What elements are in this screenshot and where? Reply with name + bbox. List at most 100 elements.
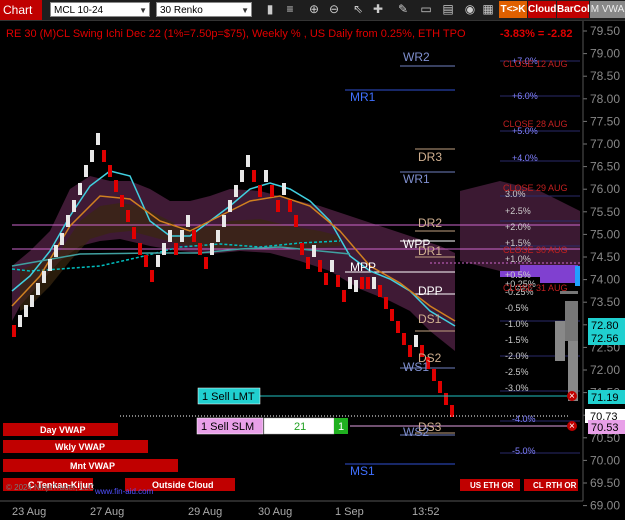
price-label: 73.50: [590, 295, 620, 309]
renko-brick: [396, 321, 400, 333]
pct-label: +1.0%: [505, 254, 531, 264]
grid-icon[interactable]: ▦: [480, 1, 496, 18]
pivot-label: MS1: [350, 464, 375, 478]
renko-brick: [228, 200, 232, 212]
price-label: 78.00: [590, 92, 620, 106]
close-icon: ×: [569, 421, 575, 432]
renko-brick: [48, 259, 52, 271]
renko-brick: [414, 335, 418, 347]
renko-brick: [336, 275, 340, 287]
renko-brick: [156, 255, 160, 267]
price-label: 72.00: [590, 363, 620, 377]
renko-brick: [186, 215, 190, 227]
pct-label: -1.5%: [505, 335, 529, 345]
date-label: 13:52: [412, 506, 440, 518]
date-label: 30 Aug: [258, 506, 292, 518]
close-icon: ×: [569, 391, 575, 402]
renko-brick: [36, 283, 40, 295]
renko-brick: [360, 277, 364, 289]
instrument-selector[interactable]: MCL 10-24 ▼: [50, 2, 150, 17]
renko-brick: [210, 243, 214, 255]
renko-brick: [342, 290, 346, 302]
renko-brick: [84, 165, 88, 177]
renko-brick: [198, 243, 202, 255]
renko-brick: [354, 280, 358, 292]
price-tag: 72.80: [591, 320, 619, 332]
pivot-label: MR1: [350, 90, 376, 104]
renko-brick: [78, 183, 82, 195]
renko-brick: [108, 165, 112, 177]
zoom-out-icon[interactable]: ⊖: [326, 1, 342, 18]
renko-brick: [168, 230, 172, 242]
monthly-vwap-button: Mnt VWAP: [70, 461, 115, 471]
price-label: 75.00: [590, 227, 620, 241]
template-icon[interactable]: ▭: [418, 1, 434, 18]
pct-label: +6.0%: [512, 91, 538, 101]
renko-brick: [372, 277, 376, 289]
price-chart[interactable]: 79.50 79.00 78.50 78.00 77.50 77.00 76.50 76.00…: [0, 21, 625, 520]
price-label: 79.50: [590, 24, 620, 38]
pct-label: +2.5%: [505, 206, 531, 216]
price-label: 69.00: [590, 499, 620, 513]
date-label: 29 Aug: [188, 506, 222, 518]
instrument-value: MCL 10-24: [54, 5, 104, 16]
renko-brick: [90, 150, 94, 162]
renko-brick: [288, 200, 292, 212]
renko-brick: [60, 233, 64, 245]
renko-brick: [54, 245, 58, 257]
vwap-toggle[interactable]: M VWA: [590, 1, 625, 18]
renko-brick: [24, 305, 28, 317]
pct-label: -5.0%: [512, 446, 536, 456]
pivot-label: WR1: [403, 172, 430, 186]
copyright-watermark: © 2024 NinjaTrader, LLC: [6, 483, 95, 492]
us-eth-or-button: US ETH OR: [470, 481, 514, 490]
pivot-label: WS1: [403, 360, 429, 374]
chevron-down-icon: ▼: [241, 6, 249, 15]
cloud-toggle[interactable]: Cloud: [528, 1, 556, 18]
screenshot-icon[interactable]: ◉: [462, 1, 478, 18]
session-buttons[interactable]: US ETH OR CL RTH OR: [460, 479, 578, 491]
bar-chart-icon[interactable]: ▮: [262, 1, 278, 18]
pivot-label: DR2: [418, 216, 442, 230]
price-tag: 72.56: [591, 333, 619, 345]
renko-brick: [294, 215, 298, 227]
sell-limit-label: 1 Sell LMT: [202, 391, 255, 403]
website-link[interactable]: www.fin-aid.com: [94, 487, 154, 496]
renko-brick: [450, 405, 454, 417]
renko-brick: [192, 230, 196, 242]
close-label: CLOSE 12 AUG: [503, 59, 568, 69]
sell-stop-order[interactable]: 1 Sell SLM 21 1: [196, 417, 348, 435]
renko-brick: [126, 210, 130, 222]
bar-type-selector[interactable]: 30 Renko ▼: [156, 2, 252, 17]
pivot-label: WR2: [403, 50, 430, 64]
pct-label: -4.0%: [512, 414, 536, 424]
indicators-icon[interactable]: ≡: [282, 1, 298, 18]
properties-icon[interactable]: ▤: [440, 1, 456, 18]
price-tag: 70.53: [591, 422, 619, 434]
pivot-label: DR1: [418, 244, 442, 258]
price-label: 77.00: [590, 137, 620, 151]
renko-brick: [312, 245, 316, 257]
renko-brick: [246, 155, 250, 167]
sell-limit-order[interactable]: 1 Sell LMT: [197, 387, 261, 405]
crosshair-icon[interactable]: ✚: [370, 1, 386, 18]
barcol-toggle[interactable]: BarCol: [557, 1, 590, 18]
pointer-icon[interactable]: ⇖: [350, 1, 366, 18]
date-label: 23 Aug: [12, 506, 46, 518]
price-label: 78.50: [590, 69, 620, 83]
renko-brick: [222, 215, 226, 227]
renko-brick: [330, 260, 334, 272]
renko-brick: [96, 133, 100, 145]
zoom-in-icon[interactable]: ⊕: [306, 1, 322, 18]
drawing-tool-icon[interactable]: ✎: [395, 1, 411, 18]
price-label: 76.50: [590, 160, 620, 174]
renko-brick: [234, 185, 238, 197]
renko-brick: [150, 270, 154, 282]
price-label: 74.00: [590, 273, 620, 287]
renko-brick: [258, 185, 262, 197]
price-label: 75.50: [590, 205, 620, 219]
tenkan-kijun-toggle[interactable]: T<>K: [499, 1, 527, 18]
pct-label: -0.5%: [505, 303, 529, 313]
order-size: 1: [338, 421, 344, 433]
renko-brick: [216, 230, 220, 242]
